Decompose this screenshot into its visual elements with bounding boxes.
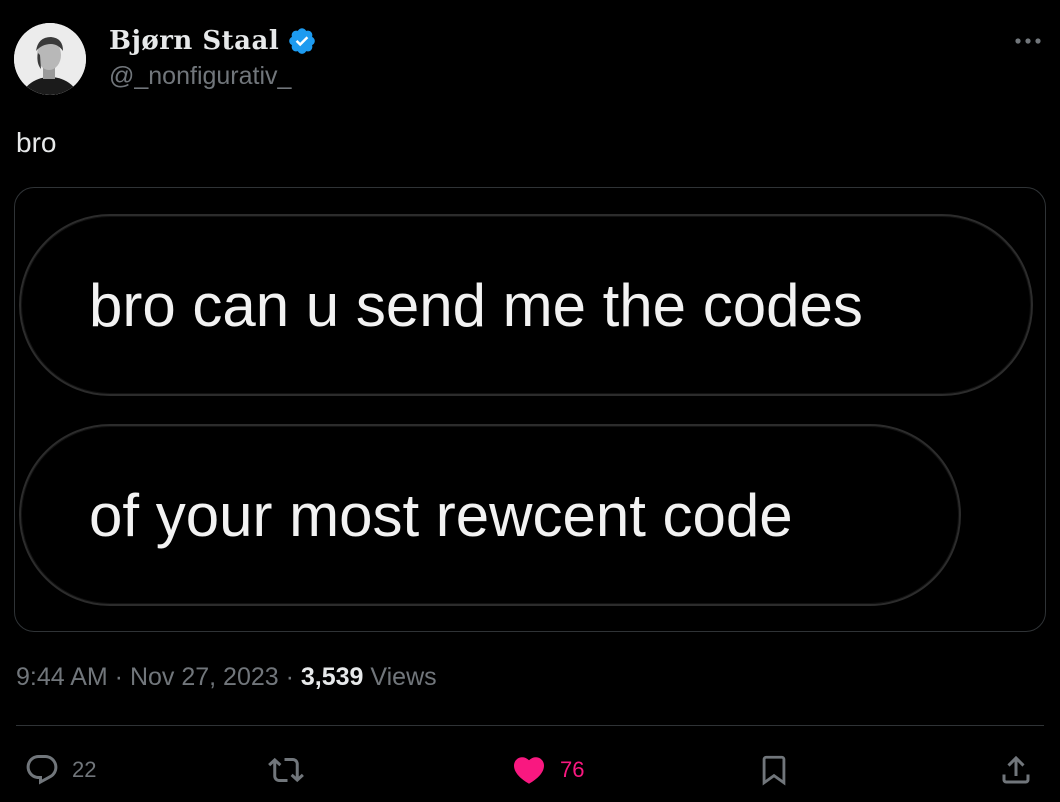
- avatar-photo-icon: [14, 23, 86, 95]
- retweet-button[interactable]: [266, 752, 318, 788]
- reply-count: 22: [72, 757, 97, 782]
- chat-bubble-2-text: of your most rewcent code: [89, 481, 793, 549]
- bookmark-icon: [757, 752, 791, 788]
- chat-bubble-1-text: bro can u send me the codes: [89, 271, 863, 339]
- views-count: 3,539: [300, 663, 364, 691]
- reply-icon: [24, 752, 60, 788]
- meta-separator: ·: [107, 663, 130, 691]
- retweet-icon: [266, 752, 306, 788]
- tweet-date[interactable]: Nov 27, 2023: [130, 663, 279, 691]
- heart-icon: [510, 752, 548, 788]
- author-name-row: Bjørn Staal: [109, 26, 317, 56]
- reply-button[interactable]: 22: [24, 752, 96, 788]
- user-handle[interactable]: @_nonfigurativ_: [109, 62, 291, 91]
- share-button[interactable]: [998, 752, 1034, 788]
- tweet-meta: 9:44 AM · Nov 27, 2023 · 3,539 Views: [16, 663, 437, 692]
- share-icon: [998, 752, 1034, 788]
- more-dots-icon[interactable]: [1010, 26, 1046, 56]
- tweet-time[interactable]: 9:44 AM: [16, 663, 108, 691]
- tweet-media-image[interactable]: bro can u send me the codes of your most…: [14, 187, 1046, 632]
- like-count: 76: [560, 757, 585, 782]
- meta-separator: ·: [278, 663, 301, 691]
- chat-bubble-2: of your most rewcent code: [19, 424, 961, 606]
- tweet-text: bro: [16, 127, 57, 158]
- like-button[interactable]: 76: [510, 752, 584, 788]
- views-label: Views: [370, 663, 437, 691]
- chat-bubble-1: bro can u send me the codes: [19, 214, 1033, 396]
- verified-badge-icon: [287, 26, 317, 56]
- display-name[interactable]: Bjørn Staal: [109, 26, 279, 56]
- tweet: Bjørn Staal @_nonfigurativ_ bro bro can …: [0, 0, 1060, 802]
- avatar[interactable]: [14, 23, 86, 95]
- divider: [16, 725, 1044, 726]
- bookmark-button[interactable]: [757, 752, 791, 788]
